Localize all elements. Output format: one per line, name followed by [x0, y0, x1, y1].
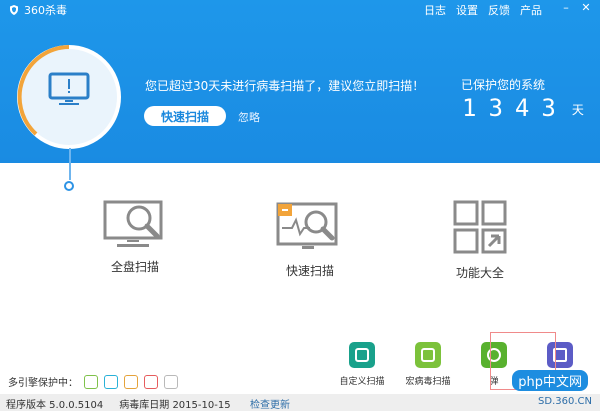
- menu-settings[interactable]: 设置: [456, 2, 478, 18]
- engines-label: 多引擎保护中：: [8, 378, 78, 389]
- virus-db-date: 病毒库日期 2015-10-15: [119, 400, 231, 411]
- engine-bitdefender-icon[interactable]: [164, 374, 178, 389]
- macro-scan-icon: [415, 342, 441, 368]
- day-digit: 1: [462, 94, 479, 122]
- protected-label: 已保护您的系统: [461, 78, 546, 92]
- warning-message: 您已超过30天未进行病毒扫描了，建议您立即扫描！: [145, 79, 425, 93]
- antivirus-main-window: 360杀毒 日志 设置 反馈 产品 – ✕ 您已超过30天未进行病毒扫描了，建议…: [0, 0, 600, 411]
- day-digit: 4: [514, 94, 532, 122]
- check-update-link[interactable]: 检查更新: [250, 396, 290, 411]
- days-unit: 天: [571, 103, 584, 117]
- custom-scan-tool[interactable]: 自定义扫描: [336, 342, 388, 387]
- full-scan-label: 全盘扫描: [110, 260, 159, 274]
- toolbox-feature[interactable]: 功能大全: [450, 198, 510, 281]
- toolbox-label: 功能大全: [455, 266, 504, 280]
- full-scan-feature[interactable]: 全盘扫描: [100, 198, 170, 275]
- custom-scan-label: 自定义扫描: [339, 377, 385, 387]
- menu-log[interactable]: 日志: [424, 2, 446, 18]
- engine-avira-icon[interactable]: [144, 374, 158, 389]
- app-brand: 360杀毒: [8, 2, 67, 18]
- shield-logo-icon: [10, 5, 18, 15]
- status-bar: 程序版本 5.0.0.5104 病毒库日期 2015-10-15 检查更新 SD…: [0, 394, 600, 411]
- status-dot: [64, 181, 74, 191]
- protected-days: 1 3 4 3 天: [462, 94, 584, 122]
- ignore-link[interactable]: 忽略: [238, 109, 260, 125]
- window-controls: – ✕: [560, 2, 592, 18]
- site-link[interactable]: SD.360.CN: [538, 396, 592, 407]
- title-bar: 360杀毒 日志 设置 反馈 产品 – ✕: [0, 0, 600, 18]
- quick-scan-feature[interactable]: 快速扫描: [272, 198, 348, 279]
- app-title: 360杀毒: [24, 4, 67, 17]
- status-info: 程序版本 5.0.0.5104 病毒库日期 2015-10-15: [6, 396, 231, 411]
- custom-scan-icon: [349, 342, 375, 368]
- header-panel: 360杀毒 日志 设置 反馈 产品 – ✕ 您已超过30天未进行病毒扫描了，建议…: [0, 0, 600, 163]
- menu-products[interactable]: 产品: [520, 2, 542, 18]
- close-icon[interactable]: ✕: [580, 2, 592, 14]
- tools-grid-icon: [453, 200, 507, 254]
- menu-feedback[interactable]: 反馈: [488, 2, 510, 18]
- program-version: 程序版本 5.0.0.5104: [6, 400, 104, 411]
- full-scan-icon: [103, 200, 163, 247]
- top-menu: 日志 设置 反馈 产品 – ✕: [424, 2, 592, 18]
- watermark: php中文网: [512, 370, 588, 391]
- status-pointer: [69, 148, 71, 180]
- macro-scan-label: 宏病毒扫描: [405, 377, 451, 387]
- day-digit: 3: [488, 94, 505, 122]
- quick-scan-label: 快速扫描: [285, 264, 334, 278]
- macro-scan-tool[interactable]: 宏病毒扫描: [402, 342, 454, 387]
- minimize-icon[interactable]: –: [560, 2, 572, 14]
- day-digit: 3: [541, 94, 558, 122]
- quick-scan-button[interactable]: 快速扫描: [144, 106, 226, 126]
- quick-scan-icon: [276, 202, 338, 249]
- engine-qvm-icon[interactable]: [104, 374, 118, 389]
- monitor-warning-icon: [48, 72, 90, 105]
- engine-cloud-icon[interactable]: [84, 374, 98, 389]
- engine-system-repair-icon[interactable]: [124, 374, 138, 389]
- engine-protection: 多引擎保护中：: [8, 374, 178, 389]
